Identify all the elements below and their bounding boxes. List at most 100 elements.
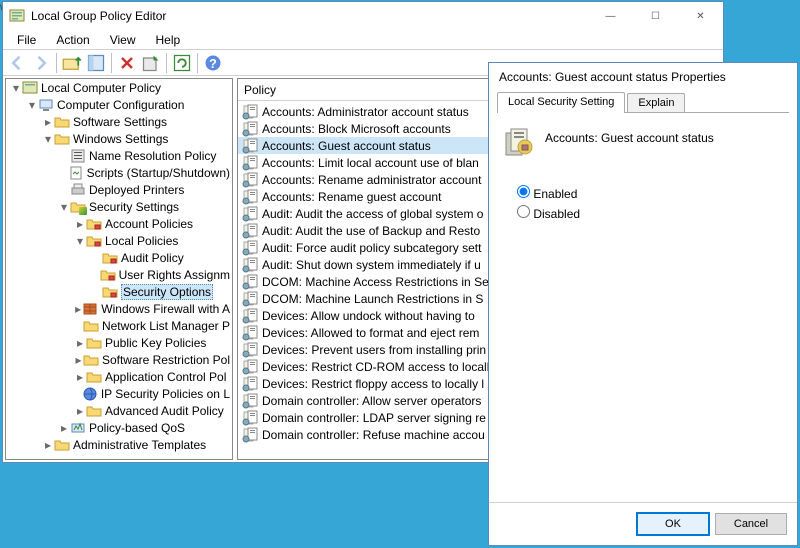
expand-icon[interactable]: ▸ xyxy=(58,422,70,434)
toolbar-back[interactable] xyxy=(6,52,28,74)
tree-scripts[interactable]: Scripts (Startup/Shutdown) xyxy=(56,164,232,181)
expand-icon[interactable]: ▸ xyxy=(42,116,54,128)
policy-item-icon xyxy=(242,240,258,256)
policy-row-label: Accounts: Guest account status xyxy=(262,139,431,153)
titlebar: Local Group Policy Editor — ☐ ✕ xyxy=(3,2,723,30)
policy-icon xyxy=(22,80,38,96)
expand-icon[interactable]: ▸ xyxy=(74,303,82,315)
maximize-button[interactable]: ☐ xyxy=(633,2,678,30)
expand-icon[interactable]: ▸ xyxy=(42,439,54,451)
tree-windows-settings[interactable]: ▾Windows Settings xyxy=(40,130,232,147)
cancel-button[interactable]: Cancel xyxy=(715,513,787,535)
tree-user-rights[interactable]: User Rights Assignm xyxy=(88,266,232,283)
policy-row-label: Audit: Audit the use of Backup and Resto xyxy=(262,224,480,238)
expand-icon[interactable]: ▸ xyxy=(74,218,86,230)
collapse-icon[interactable]: ▾ xyxy=(58,201,70,213)
toolbar-showhide[interactable] xyxy=(85,52,107,74)
collapse-icon[interactable]: ▾ xyxy=(10,82,22,94)
toolbar-up[interactable] xyxy=(61,52,83,74)
menu-file[interactable]: File xyxy=(7,31,46,49)
tree-windows-firewall[interactable]: ▸Windows Firewall with A xyxy=(72,300,232,317)
expand-icon[interactable]: ▸ xyxy=(74,371,86,383)
policy-item-icon xyxy=(242,121,258,137)
minimize-button[interactable]: — xyxy=(588,2,633,30)
tab-explain[interactable]: Explain xyxy=(627,93,685,112)
toolbar-forward[interactable] xyxy=(30,52,52,74)
ok-button[interactable]: OK xyxy=(637,513,709,535)
policy-item-icon xyxy=(242,410,258,426)
policy-row-label: Devices: Restrict floppy access to local… xyxy=(262,377,484,391)
tree-network-list[interactable]: Network List Manager P xyxy=(72,317,232,334)
policy-item-icon xyxy=(242,342,258,358)
policy-item-icon xyxy=(242,223,258,239)
policy-item-icon xyxy=(242,138,258,154)
policy-row-label: Domain controller: Allow server operator… xyxy=(262,394,481,408)
tree-pane[interactable]: ▾Local Computer Policy ▾Computer Configu… xyxy=(5,78,233,460)
radio-disabled[interactable]: Disabled xyxy=(517,205,783,221)
tree-root[interactable]: ▾Local Computer Policy xyxy=(8,79,232,96)
collapse-icon[interactable]: ▾ xyxy=(74,235,86,247)
folder-lock-icon xyxy=(100,267,116,283)
policy-name-label: Accounts: Guest account status xyxy=(503,127,783,145)
dialog-body: Accounts: Guest account status Enabled D… xyxy=(489,113,797,239)
toolbar-sep xyxy=(197,53,198,73)
tree-account-policies[interactable]: ▸Account Policies xyxy=(72,215,232,232)
tree-policy-qos[interactable]: ▸Policy-based QoS xyxy=(56,419,232,436)
tree-deployed-printers[interactable]: Deployed Printers xyxy=(56,181,232,198)
radio-enabled[interactable]: Enabled xyxy=(517,185,783,201)
policy-row-label: Accounts: Block Microsoft accounts xyxy=(262,122,451,136)
policy-row-label: DCOM: Machine Launch Restrictions in S xyxy=(262,292,483,306)
dialog-tabs: Local Security Setting Explain xyxy=(497,91,789,113)
policy-row-label: Accounts: Rename guest account xyxy=(262,190,441,204)
tree-admin-templates[interactable]: ▸Administrative Templates xyxy=(40,436,232,453)
collapse-icon[interactable]: ▾ xyxy=(42,133,54,145)
policy-setting-icon xyxy=(503,127,535,159)
folder-icon xyxy=(86,403,102,419)
menu-help[interactable]: Help xyxy=(146,31,191,49)
tree-public-key[interactable]: ▸Public Key Policies xyxy=(72,334,232,351)
tree-security-options[interactable]: Security Options xyxy=(88,283,232,300)
folder-lock-icon xyxy=(86,233,102,249)
toolbar-sep xyxy=(56,53,57,73)
tree-software-restriction[interactable]: ▸Software Restriction Pol xyxy=(72,351,232,368)
policy-item-icon xyxy=(242,104,258,120)
policy-row-label: Audit: Force audit policy subcategory se… xyxy=(262,241,481,255)
policy-row-label: Domain controller: LDAP server signing r… xyxy=(262,411,486,425)
policy-item-icon xyxy=(242,308,258,324)
security-icon xyxy=(70,199,86,215)
toolbar-help[interactable]: ? xyxy=(202,52,224,74)
collapse-icon[interactable]: ▾ xyxy=(26,99,38,111)
policy-item-icon xyxy=(242,427,258,443)
policy-item-icon xyxy=(242,155,258,171)
tree-name-resolution[interactable]: Name Resolution Policy xyxy=(56,147,232,164)
policy-item-icon xyxy=(242,359,258,375)
expand-icon[interactable]: ▸ xyxy=(74,405,86,417)
menu-action[interactable]: Action xyxy=(46,31,99,49)
close-button[interactable]: ✕ xyxy=(678,2,723,30)
app-icon xyxy=(9,8,25,24)
expand-icon[interactable]: ▸ xyxy=(74,337,86,349)
tree-ip-security[interactable]: IP Security Policies on L xyxy=(72,385,232,402)
toolbar-export[interactable] xyxy=(140,52,162,74)
tree-audit-policy[interactable]: Audit Policy xyxy=(88,249,232,266)
menu-view[interactable]: View xyxy=(100,31,146,49)
policy-row-label: Accounts: Administrator account status xyxy=(262,105,469,119)
folder-icon xyxy=(86,335,102,351)
policy-row-label: Audit: Audit the access of global system… xyxy=(262,207,483,221)
network-icon xyxy=(82,386,98,402)
tree-advanced-audit[interactable]: ▸Advanced Audit Policy xyxy=(72,402,232,419)
tree-security-settings[interactable]: ▾Security Settings xyxy=(56,198,232,215)
tree-local-policies[interactable]: ▾Local Policies xyxy=(72,232,232,249)
tab-local-security[interactable]: Local Security Setting xyxy=(497,92,625,113)
toolbar-refresh[interactable] xyxy=(171,52,193,74)
policy-item-icon xyxy=(242,189,258,205)
policy-row-label: Devices: Allowed to format and eject rem xyxy=(262,326,479,340)
tree-software-settings[interactable]: ▸Software Settings xyxy=(40,113,232,130)
folder-lock-icon xyxy=(86,216,102,232)
toolbar-delete[interactable] xyxy=(116,52,138,74)
folder-lock-icon xyxy=(102,250,118,266)
policy-item-icon xyxy=(242,291,258,307)
tree-application-control[interactable]: ▸Application Control Pol xyxy=(72,368,232,385)
expand-icon[interactable]: ▸ xyxy=(74,354,83,366)
tree-computer-config[interactable]: ▾Computer Configuration xyxy=(24,96,232,113)
